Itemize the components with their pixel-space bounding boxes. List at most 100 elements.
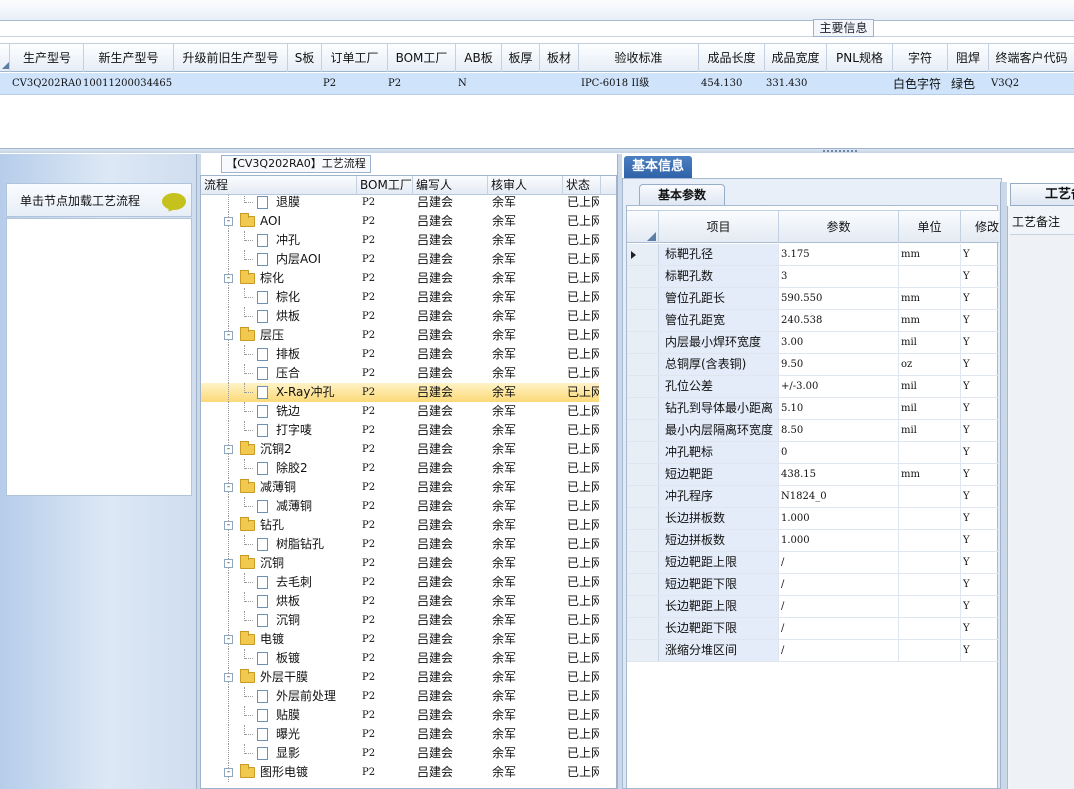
tree-row[interactable]: 沉铜 P2 吕建会 余军 已上网 <box>201 611 599 630</box>
param-row[interactable]: 标靶孔数 3 Y <box>627 266 999 288</box>
param-row[interactable]: 最小内层隔离环宽度 8.50 mil Y <box>627 420 999 442</box>
param-value[interactable]: / <box>779 596 899 617</box>
param-row[interactable]: 孔位公差 +/-3.00 mil Y <box>627 376 999 398</box>
tree-row[interactable]: - 沉铜 P2 吕建会 余军 已上网 <box>201 554 599 573</box>
col-new-model[interactable]: 新生产型号 <box>84 44 174 72</box>
param-value[interactable]: 1.000 <box>779 508 899 529</box>
col-old-model[interactable]: 升级前旧生产型号 <box>174 44 288 72</box>
param-row[interactable]: 短边拼板数 1.000 Y <box>627 530 999 552</box>
tree-col-reviewer[interactable]: 核审人 <box>488 176 563 195</box>
param-row[interactable]: 冲孔程序 N1824_0 Y <box>627 486 999 508</box>
param-value[interactable]: 1.000 <box>779 530 899 551</box>
tree-row[interactable]: - 图形电镀 P2 吕建会 余军 已上网 <box>201 763 599 782</box>
tree-row[interactable]: 内层AOI P2 吕建会 余军 已上网 <box>201 250 599 269</box>
param-row[interactable]: 短边靶距 438.15 mm Y <box>627 464 999 486</box>
param-value[interactable]: 3.00 <box>779 332 899 353</box>
tree-row[interactable]: - 层压 P2 吕建会 余军 已上网 <box>201 326 599 345</box>
tree-col-flow[interactable]: 流程 <box>201 176 357 195</box>
collapse-toggle-icon[interactable]: - <box>224 673 233 682</box>
tree-row[interactable]: - AOI P2 吕建会 余军 已上网 <box>201 212 599 231</box>
param-row[interactable]: 管位孔距长 590.550 mm Y <box>627 288 999 310</box>
param-value[interactable]: / <box>779 552 899 573</box>
col-mask[interactable]: 阻焊 <box>948 44 989 72</box>
tree-row[interactable]: - 钻孔 P2 吕建会 余军 已上网 <box>201 516 599 535</box>
param-value[interactable]: 3.175 <box>779 244 899 265</box>
tree-row[interactable]: 打字唛 P2 吕建会 余军 已上网 <box>201 421 599 440</box>
param-value[interactable]: 240.538 <box>779 310 899 331</box>
col-customer[interactable]: 终端客户代码 <box>989 44 1074 72</box>
params-col-modify[interactable]: 修改 <box>961 211 999 243</box>
tree-row[interactable]: 显影 P2 吕建会 余军 已上网 <box>201 744 599 763</box>
tree-row[interactable]: 铣边 P2 吕建会 余军 已上网 <box>201 402 599 421</box>
node-list[interactable] <box>6 218 192 496</box>
col-length[interactable]: 成品长度 <box>699 44 765 72</box>
tree-row[interactable]: 棕化 P2 吕建会 余军 已上网 <box>201 288 599 307</box>
param-row[interactable]: 钻孔到导体最小距离 5.10 mil Y <box>627 398 999 420</box>
col-prod-model[interactable]: 生产型号 <box>11 44 84 72</box>
tab-basic-info[interactable]: 基本信息 <box>624 156 692 178</box>
param-value[interactable]: 8.50 <box>779 420 899 441</box>
tree-row[interactable]: - 外层干膜 P2 吕建会 余军 已上网 <box>201 668 599 687</box>
tree-row[interactable]: - 减薄铜 P2 吕建会 余军 已上网 <box>201 478 599 497</box>
tab-process-remarks[interactable]: 工艺备注 <box>1010 183 1074 206</box>
tree-row[interactable]: - 沉铜2 P2 吕建会 余军 已上网 <box>201 440 599 459</box>
col-standard[interactable]: 验收标准 <box>579 44 699 72</box>
process-flow-tree[interactable]: 流程 BOM工厂 编写人 核审人 状态 退膜 P2 吕建会 余军 已上网 - AOI P2 吕建… <box>200 175 815 789</box>
tree-row[interactable]: 烘板 P2 吕建会 余军 已上网 <box>201 592 599 611</box>
tree-row[interactable]: 冲孔 P2 吕建会 余军 已上网 <box>201 231 599 250</box>
tree-col-status[interactable]: 状态 <box>563 176 601 195</box>
tree-row[interactable]: 去毛刺 P2 吕建会 余军 已上网 <box>201 573 599 592</box>
collapse-toggle-icon[interactable]: - <box>224 445 233 454</box>
collapse-toggle-icon[interactable]: - <box>224 483 233 492</box>
param-row[interactable]: 管位孔距宽 240.538 mm Y <box>627 310 999 332</box>
collapse-toggle-icon[interactable]: - <box>224 635 233 644</box>
col-pnl[interactable]: PNL规格 <box>827 44 893 72</box>
param-value[interactable]: 590.550 <box>779 288 899 309</box>
tree-row[interactable]: 退膜 P2 吕建会 余军 已上网 <box>201 195 599 212</box>
right-splitter[interactable] <box>1000 182 1007 789</box>
param-value[interactable]: 0 <box>779 442 899 463</box>
tree-row[interactable]: 外层前处理 P2 吕建会 余军 已上网 <box>201 687 599 706</box>
col-thickness[interactable]: 板厚 <box>502 44 540 72</box>
collapse-toggle-icon[interactable]: - <box>224 274 233 283</box>
col-s-board[interactable]: S板 <box>288 44 322 72</box>
tree-row[interactable]: - 棕化 P2 吕建会 余军 已上网 <box>201 269 599 288</box>
tree-row[interactable]: 烘板 P2 吕建会 余军 已上网 <box>201 307 599 326</box>
horizontal-splitter[interactable] <box>0 148 1074 153</box>
remarks-textarea[interactable] <box>1010 234 1074 789</box>
collapse-toggle-icon[interactable]: - <box>224 331 233 340</box>
col-material[interactable]: 板材 <box>540 44 579 72</box>
tree-col-bom[interactable]: BOM工厂 <box>357 176 413 195</box>
param-value[interactable]: 5.10 <box>779 398 899 419</box>
param-row[interactable]: 涨缩分堆区间 / Y <box>627 640 999 662</box>
param-value[interactable]: N1824_0 <box>779 486 899 507</box>
param-value[interactable]: 438.15 <box>779 464 899 485</box>
main-info-row[interactable]: CV3Q202RA0 10011200034465 P2 P2 N IPC-60… <box>0 73 1074 95</box>
param-row[interactable]: 长边靶距下限 / Y <box>627 618 999 640</box>
tree-row[interactable]: 板镀 P2 吕建会 余军 已上网 <box>201 649 599 668</box>
param-row[interactable]: 短边靶距下限 / Y <box>627 574 999 596</box>
param-value[interactable]: / <box>779 618 899 639</box>
collapse-toggle-icon[interactable]: - <box>224 559 233 568</box>
params-col-unit[interactable]: 单位 <box>899 211 961 243</box>
tree-row[interactable]: 除胶2 P2 吕建会 余军 已上网 <box>201 459 599 478</box>
tree-row[interactable]: - 电镀 P2 吕建会 余军 已上网 <box>201 630 599 649</box>
param-row[interactable]: 总铜厚(含表铜) 9.50 oz Y <box>627 354 999 376</box>
param-row[interactable]: 长边拼板数 1.000 Y <box>627 508 999 530</box>
col-ab-board[interactable]: AB板 <box>456 44 502 72</box>
tree-row[interactable]: 减薄铜 P2 吕建会 余军 已上网 <box>201 497 599 516</box>
param-value[interactable]: / <box>779 574 899 595</box>
tab-basic-params[interactable]: 基本参数 <box>639 184 725 205</box>
collapse-toggle-icon[interactable]: - <box>224 768 233 777</box>
tree-row[interactable]: X-Ray冲孔 P2 吕建会 余军 已上网 <box>201 383 599 402</box>
param-row[interactable]: 长边靶距上限 / Y <box>627 596 999 618</box>
tree-col-writer[interactable]: 编写人 <box>413 176 488 195</box>
basic-params-grid[interactable]: 项目 参数 单位 修改 标靶孔径 3.175 mm Y 标靶孔数 3 Y 管位孔距长 590.5… <box>626 205 999 789</box>
col-width[interactable]: 成品宽度 <box>765 44 827 72</box>
param-value[interactable]: 3 <box>779 266 899 287</box>
tree-row[interactable]: 压合 P2 吕建会 余军 已上网 <box>201 364 599 383</box>
param-row[interactable]: 短边靶距上限 / Y <box>627 552 999 574</box>
param-row[interactable]: 内层最小焊环宽度 3.00 mil Y <box>627 332 999 354</box>
tree-row[interactable]: 贴膜 P2 吕建会 余军 已上网 <box>201 706 599 725</box>
param-value[interactable]: 9.50 <box>779 354 899 375</box>
